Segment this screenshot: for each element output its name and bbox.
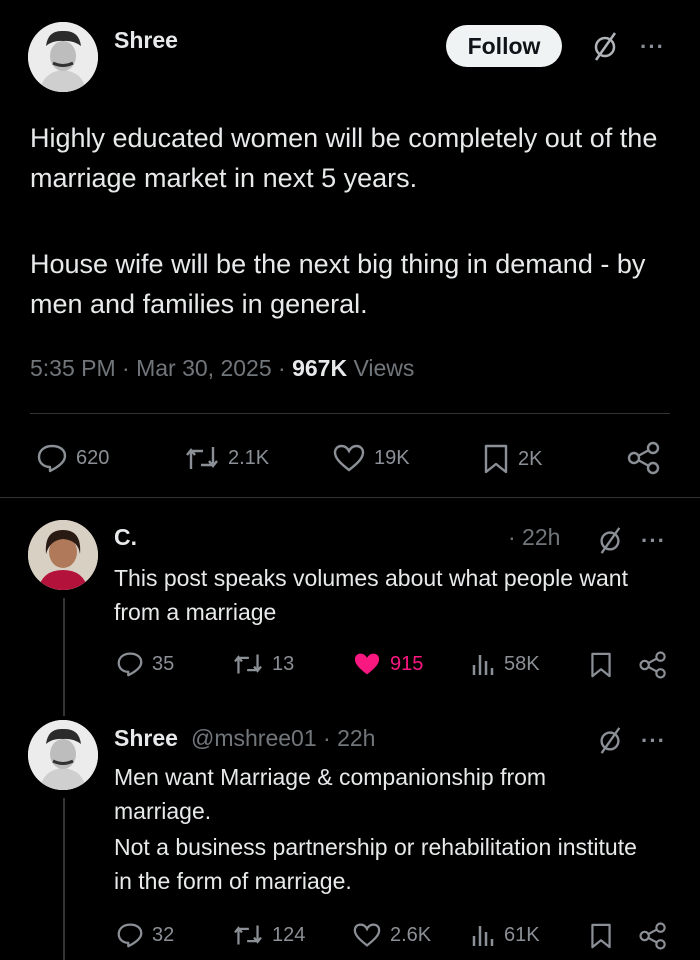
repost-button[interactable]: 2.1K <box>184 443 269 473</box>
tweet-text-line1: Highly educated women will be completely… <box>30 123 658 193</box>
reply-icon <box>117 652 143 677</box>
like-icon <box>353 923 381 947</box>
views-button[interactable]: 58K <box>470 651 540 677</box>
reply-icon <box>117 923 143 948</box>
thread-line <box>63 798 65 960</box>
more-icon[interactable]: ··· <box>641 730 666 752</box>
views-icon <box>472 655 494 675</box>
repost-button[interactable]: 13 <box>232 651 294 677</box>
like-button-liked[interactable]: 915 <box>352 651 423 677</box>
like-count: 19K <box>374 446 410 469</box>
like-button[interactable]: 19K <box>332 443 410 473</box>
tweet-text-line2: House wife will be the next big thing in… <box>30 249 646 319</box>
reply-button[interactable]: 32 <box>116 922 174 948</box>
share-icon[interactable] <box>638 650 668 680</box>
tweet-meta: 5:35 PM · Mar 30, 2025 · 967K Views <box>30 355 414 382</box>
reply-text-line1: Men want Marriage & companionship from m… <box>114 764 547 824</box>
like-count: 915 <box>390 652 424 675</box>
like-count: 2.6K <box>390 923 432 946</box>
repost-icon <box>234 925 262 945</box>
divider <box>30 413 670 414</box>
thread-line <box>63 598 65 716</box>
reply-time[interactable]: · 22h <box>508 524 560 551</box>
reply-count: 32 <box>152 923 175 946</box>
author-avatar[interactable] <box>28 22 98 92</box>
reply-handle-time[interactable]: @mshree01 · 22h <box>191 725 375 752</box>
reply-icon <box>37 444 67 473</box>
views-button[interactable]: 61K <box>470 922 540 948</box>
tweet-time[interactable]: 5:35 PM · Mar 30, 2025 · <box>30 355 292 381</box>
repost-count: 13 <box>272 652 295 675</box>
views-label: Views <box>347 355 415 381</box>
reply-author-name[interactable]: Shree <box>114 725 178 752</box>
reply-button[interactable]: 620 <box>36 443 109 473</box>
reply-author-avatar[interactable] <box>28 520 98 590</box>
follow-button[interactable]: Follow <box>446 25 562 67</box>
mute-icon[interactable] <box>596 525 624 555</box>
reply-text: This post speaks volumes about what peop… <box>114 565 628 625</box>
like-button[interactable]: 2.6K <box>352 922 431 948</box>
like-icon <box>333 444 365 472</box>
bookmark-count: 2K <box>518 447 543 470</box>
repost-count: 124 <box>272 923 306 946</box>
views-icon <box>472 926 494 946</box>
reply-text-line2: Not a business partnership or rehabilita… <box>114 834 637 894</box>
bookmark-icon <box>484 444 508 474</box>
reply-count: 35 <box>152 652 175 675</box>
reply-author-avatar[interactable] <box>28 720 98 790</box>
author-name[interactable]: Shree <box>114 27 178 54</box>
more-icon[interactable]: ··· <box>641 530 666 552</box>
reply-author-name[interactable]: C. <box>114 524 137 551</box>
reply-button[interactable]: 35 <box>116 651 174 677</box>
repost-count: 2.1K <box>228 446 270 469</box>
like-icon <box>354 653 380 675</box>
bookmark-button[interactable]: 2K <box>482 443 542 475</box>
share-icon[interactable] <box>626 441 662 475</box>
bookmark-icon[interactable] <box>589 922 613 950</box>
repost-button[interactable]: 124 <box>232 922 305 948</box>
reply-count: 620 <box>76 446 110 469</box>
share-icon[interactable] <box>638 921 668 951</box>
repost-icon <box>186 447 218 469</box>
repost-icon <box>234 654 262 674</box>
bookmark-icon[interactable] <box>589 651 613 679</box>
views-count: 61K <box>504 923 540 946</box>
mute-icon[interactable] <box>596 725 624 755</box>
more-icon[interactable]: ··· <box>640 36 665 58</box>
views-count: 58K <box>504 652 540 675</box>
mute-icon[interactable] <box>590 30 620 62</box>
divider <box>0 497 700 498</box>
views-count: 967K <box>292 355 348 381</box>
